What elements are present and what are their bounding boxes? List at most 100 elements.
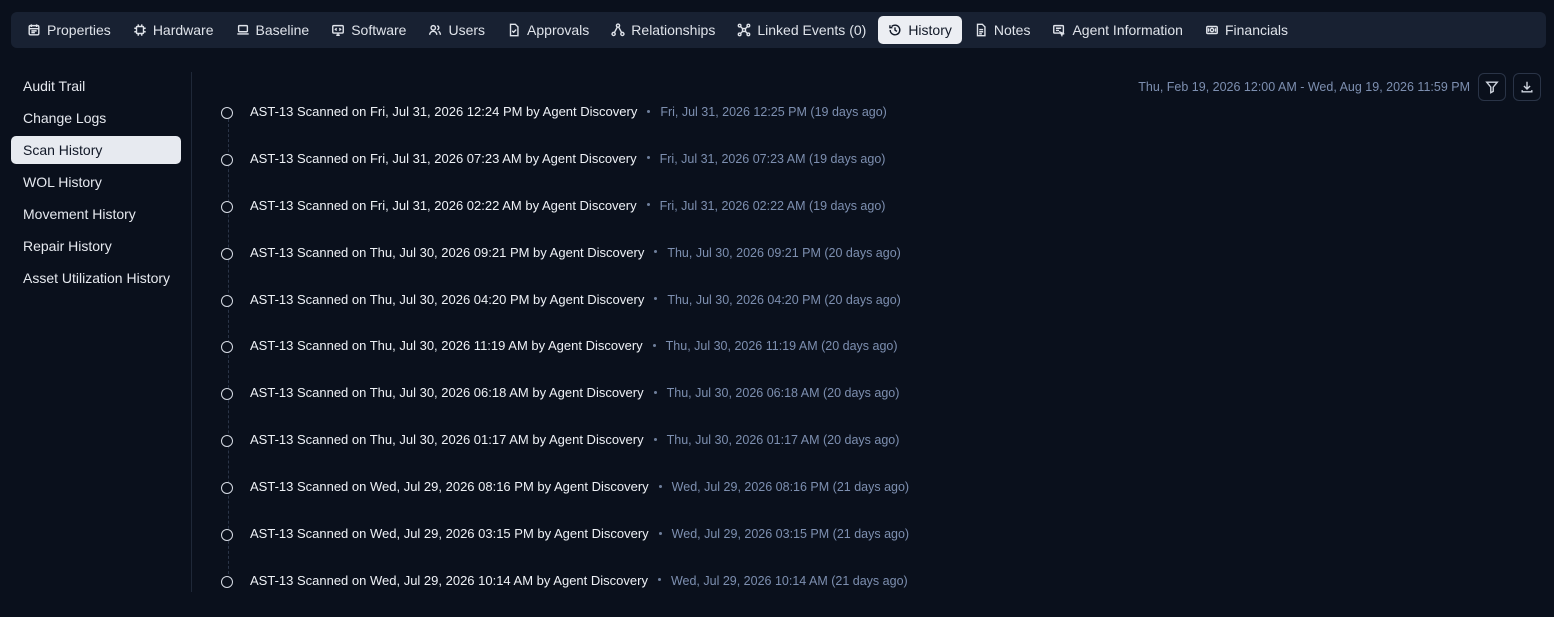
entry-timestamp: Wed, Jul 29, 2026 03:15 PM (21 days ago): [671, 527, 910, 542]
entry-timestamp: Thu, Jul 30, 2026 09:21 PM (20 days ago): [667, 245, 901, 260]
entry-timestamp: Wed, Jul 29, 2026 10:14 AM (21 days ago): [670, 573, 908, 588]
filter-icon: [1485, 81, 1499, 94]
entry-title: AST-13 Scanned on Fri, Jul 31, 2026 07:2…: [250, 150, 637, 166]
sidebar-item-movement-history[interactable]: Movement History: [11, 200, 181, 228]
notes-icon: [974, 23, 988, 37]
entry-title: AST-13 Scanned on Thu, Jul 30, 2026 06:1…: [250, 385, 644, 401]
tab-properties[interactable]: Properties: [17, 16, 121, 44]
sidebar-item-scan-history[interactable]: Scan History: [11, 136, 181, 164]
tab-label: Notes: [993, 22, 1031, 38]
separator-dot: [657, 578, 661, 582]
sidebar-item-audit-trail[interactable]: Audit Trail: [11, 72, 181, 100]
history-entry: AST-13 Scanned on Thu, Jul 30, 2026 06:1…: [220, 375, 1520, 422]
tab-notes[interactable]: Notes: [964, 16, 1041, 44]
tab-relationships[interactable]: Relationships: [601, 16, 725, 44]
agent-icon: [1052, 23, 1066, 37]
separator-dot: [653, 437, 657, 441]
money-icon: [1205, 23, 1219, 37]
tab-label: Software: [351, 22, 407, 38]
entry-title: AST-13 Scanned on Thu, Jul 30, 2026 11:1…: [250, 338, 643, 354]
approval-icon: [507, 23, 521, 37]
tab-label: Users: [448, 22, 486, 38]
timeline-dot: [221, 575, 233, 588]
entry-timestamp: Wed, Jul 29, 2026 08:16 PM (21 days ago): [671, 480, 910, 495]
tab-label: Hardware: [152, 22, 214, 38]
tab-label: Baseline: [255, 22, 310, 38]
separator-dot: [646, 203, 650, 207]
timeline-dot: [221, 388, 233, 401]
entry-timestamp: Fri, Jul 31, 2026 07:23 AM (19 days ago): [659, 151, 886, 166]
separator-dot: [658, 531, 662, 535]
separator-dot: [654, 297, 658, 301]
tab-label: Relationships: [631, 22, 716, 38]
timeline-dot: [221, 107, 233, 119]
laptop-icon: [236, 23, 250, 37]
separator-dot: [652, 344, 656, 348]
separator-dot: [653, 390, 657, 394]
timeline-dot: [221, 482, 233, 495]
entry-title: AST-13 Scanned on Wed, Jul 29, 2026 03:1…: [250, 526, 649, 542]
sidebar-divider: [191, 72, 192, 592]
timeline-dot: [221, 247, 233, 260]
tab-label: Linked Events (0): [757, 22, 867, 38]
timeline-dot: [221, 435, 233, 448]
tab-label: Agent Information: [1072, 22, 1183, 38]
timeline-dot: [221, 341, 233, 354]
entry-timestamp: Thu, Jul 30, 2026 06:18 AM (20 days ago): [666, 386, 900, 401]
tab-users[interactable]: Users: [418, 16, 495, 44]
sidebar-item-asset-utilization-history[interactable]: Asset Utilization History: [11, 264, 181, 292]
history-entry: AST-13 Scanned on Wed, Jul 29, 2026 03:1…: [220, 516, 1520, 563]
tab-software[interactable]: Software: [321, 16, 416, 44]
history-entry: AST-13 Scanned on Thu, Jul 30, 2026 09:2…: [220, 235, 1520, 282]
tab-baseline[interactable]: Baseline: [226, 16, 320, 44]
tab-label: Approvals: [527, 22, 590, 38]
entry-content: AST-13 Scanned on Fri, Jul 31, 2026 12:2…: [250, 104, 887, 119]
entry-timestamp: Thu, Jul 30, 2026 04:20 PM (20 days ago): [667, 292, 901, 307]
history-entry: AST-13 Scanned on Wed, Jul 29, 2026 08:1…: [220, 469, 1520, 516]
history-entry: AST-13 Scanned on Thu, Jul 30, 2026 04:2…: [220, 282, 1520, 329]
entry-content: AST-13 Scanned on Thu, Jul 30, 2026 09:2…: [250, 245, 901, 260]
entry-content: AST-13 Scanned on Fri, Jul 31, 2026 07:2…: [250, 151, 885, 166]
separator-dot: [658, 484, 662, 488]
linked-events-icon: [737, 23, 751, 37]
tab-label: Properties: [47, 22, 111, 38]
date-range-label[interactable]: Thu, Feb 19, 2026 12:00 AM - Wed, Aug 19…: [1138, 80, 1470, 94]
timeline-dot: [221, 200, 233, 213]
entry-timestamp: Thu, Jul 30, 2026 11:19 AM (20 days ago): [665, 339, 898, 354]
history-entry: AST-13 Scanned on Fri, Jul 31, 2026 12:2…: [220, 94, 1520, 141]
entry-content: AST-13 Scanned on Wed, Jul 29, 2026 10:1…: [250, 573, 908, 588]
history-icon: [888, 23, 902, 37]
tab-approvals[interactable]: Approvals: [497, 16, 599, 44]
tab-hardware[interactable]: Hardware: [123, 16, 224, 44]
scan-history-timeline: AST-13 Scanned on Fri, Jul 31, 2026 12:2…: [220, 94, 1520, 610]
entry-content: AST-13 Scanned on Fri, Jul 31, 2026 02:2…: [250, 198, 885, 213]
relationships-icon: [611, 23, 625, 37]
users-icon: [428, 23, 442, 37]
entry-title: AST-13 Scanned on Thu, Jul 30, 2026 09:2…: [250, 244, 645, 260]
separator-dot: [647, 109, 651, 113]
entry-timestamp: Fri, Jul 31, 2026 02:22 AM (19 days ago): [659, 198, 886, 213]
sidebar-item-repair-history[interactable]: Repair History: [11, 232, 181, 260]
entry-content: AST-13 Scanned on Thu, Jul 30, 2026 06:1…: [250, 385, 899, 400]
entry-title: AST-13 Scanned on Thu, Jul 30, 2026 01:1…: [250, 432, 644, 448]
sidebar-item-change-logs[interactable]: Change Logs: [11, 104, 181, 132]
entry-content: AST-13 Scanned on Thu, Jul 30, 2026 04:2…: [250, 292, 901, 307]
calendar-icon: [27, 23, 41, 37]
entry-title: AST-13 Scanned on Thu, Jul 30, 2026 04:2…: [250, 291, 645, 307]
tab-financials[interactable]: Financials: [1195, 16, 1298, 44]
tab-bar: Properties Hardware Baseline Software Users A…: [11, 12, 1546, 48]
entry-content: AST-13 Scanned on Wed, Jul 29, 2026 03:1…: [250, 526, 909, 541]
entry-timestamp: Thu, Jul 30, 2026 01:17 AM (20 days ago): [666, 433, 900, 448]
history-entry: AST-13 Scanned on Fri, Jul 31, 2026 02:2…: [220, 188, 1520, 235]
separator-dot: [646, 156, 650, 160]
sidebar-item-wol-history[interactable]: WOL History: [11, 168, 181, 196]
tab-label: History: [908, 22, 952, 38]
timeline-dot: [221, 153, 233, 166]
tab-linked-events-0[interactable]: Linked Events (0): [727, 16, 876, 44]
entry-content: AST-13 Scanned on Thu, Jul 30, 2026 11:1…: [250, 338, 898, 353]
tab-agent-information[interactable]: Agent Information: [1042, 16, 1193, 44]
history-sidebar: Audit Trail Change Logs Scan History WOL Hi…: [11, 72, 181, 296]
tab-history[interactable]: History: [878, 16, 962, 44]
entry-content: AST-13 Scanned on Thu, Jul 30, 2026 01:1…: [250, 432, 899, 447]
entry-title: AST-13 Scanned on Fri, Jul 31, 2026 12:2…: [250, 104, 638, 119]
